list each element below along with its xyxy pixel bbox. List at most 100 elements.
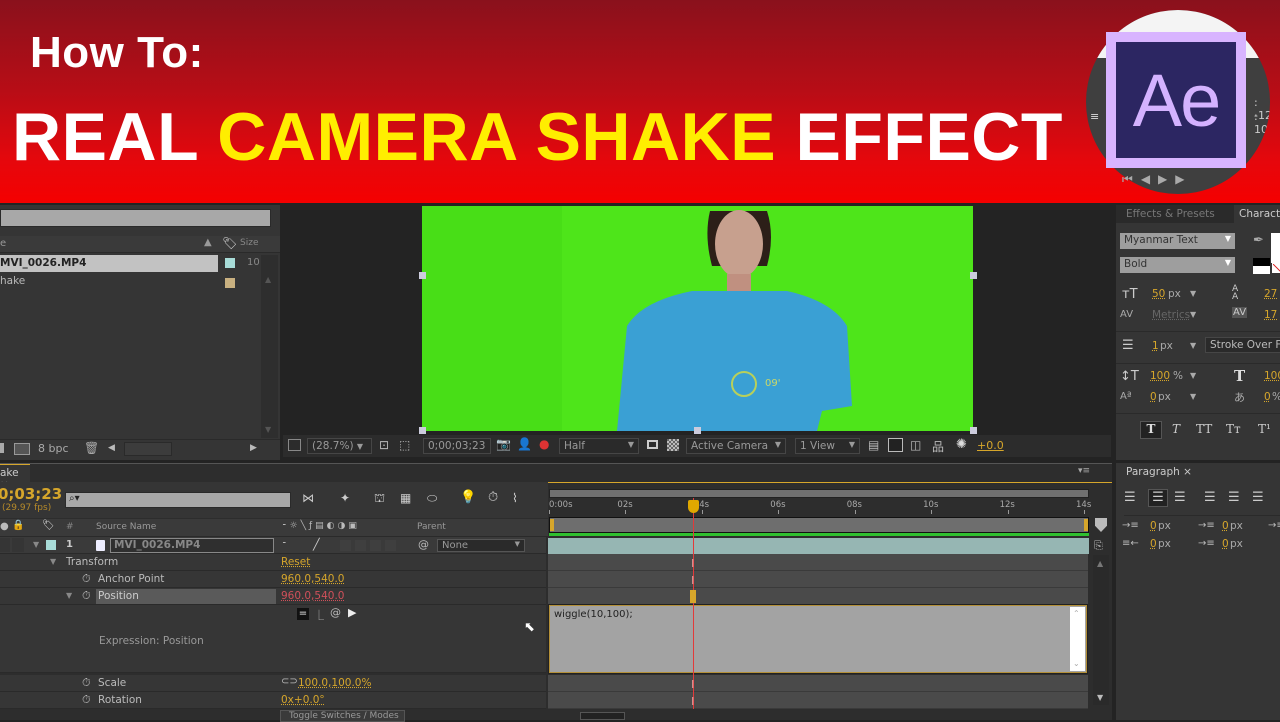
layer-row[interactable]: ▼ 1 MVI_0026.MP4 ⁃ ╱ @ None ▼ <box>0 537 546 554</box>
align-center-icon[interactable]: ☰ <box>1148 489 1168 507</box>
property-value[interactable]: 960.0,540.0 <box>281 590 344 602</box>
indent-left-value[interactable]: 0 <box>1150 520 1157 532</box>
stopwatch-icon[interactable]: ⏱ <box>82 676 91 690</box>
scroll-left-icon[interactable]: ◀ <box>108 443 115 453</box>
scroll-up-icon[interactable]: ▲ <box>265 275 271 284</box>
transparency-grid-icon[interactable] <box>667 439 679 451</box>
chevron-down-icon[interactable]: ▼ <box>1190 341 1196 350</box>
all-caps-button[interactable]: TT <box>1196 422 1212 436</box>
align-left-icon[interactable]: ☰ <box>1124 490 1136 505</box>
video-frame[interactable]: 09' <box>422 206 973 431</box>
space-before-value[interactable]: 0 <box>1222 520 1229 532</box>
expression-scrollbar[interactable]: ⌃ ⌄ <box>1070 607 1085 671</box>
tab-composition[interactable]: ake × <box>0 464 30 491</box>
switch-box[interactable] <box>340 540 351 551</box>
time-ruler[interactable]: 0:00s 02s 04s 06s 08s 10s 12s 14s <box>549 499 1091 515</box>
justify-last-center-icon[interactable]: ☰ <box>1228 490 1240 505</box>
align-right-icon[interactable]: ☰ <box>1174 490 1186 505</box>
stroke-width-value[interactable]: 1 <box>1152 340 1159 352</box>
scroll-up-icon[interactable]: ⌃ <box>1073 609 1080 618</box>
brainstorm-icon[interactable]: 💡 <box>460 490 476 505</box>
flowchart-icon[interactable]: 品 <box>932 438 944 455</box>
property-row[interactable]: ▼ ⏱ Position 960.0,540.0 <box>0 588 546 605</box>
snapshot-camera-icon[interactable]: 📷 <box>496 437 511 451</box>
stopwatch-icon[interactable]: ⏱ <box>82 693 91 707</box>
project-item[interactable]: MVI_0026.MP4 <box>0 255 218 272</box>
kerning-value[interactable]: Metrics <box>1152 309 1190 321</box>
tsume-value[interactable]: 0 <box>1264 391 1271 403</box>
comp-mini-flowchart-icon[interactable]: ⋈ <box>302 491 314 505</box>
tab-character[interactable]: Characte <box>1234 205 1280 223</box>
frame-blending-icon[interactable]: ▦ <box>400 491 411 505</box>
fill-color-swatch[interactable] <box>1271 233 1280 263</box>
bit-depth-button[interactable]: 8 bpc <box>38 442 69 455</box>
chevron-down-icon[interactable]: ▼ <box>1190 392 1196 401</box>
baseline-shift-value[interactable]: 0 <box>1150 391 1157 403</box>
resolution-dropdown[interactable]: Half ▼ <box>559 438 639 454</box>
title-action-safe-icon[interactable]: ⊡ <box>379 438 389 452</box>
zoom-slider[interactable] <box>580 712 625 720</box>
toggle-pixel-aspect-icon[interactable]: ▤ <box>868 438 879 452</box>
property-value[interactable]: 960.0,540.0 <box>281 573 344 585</box>
toggle-switches-modes-button[interactable]: Toggle Switches / Modes <box>280 710 405 722</box>
work-area-end-handle[interactable] <box>1084 519 1088 531</box>
current-time-display[interactable]: 0;03;23 <box>0 485 62 503</box>
camera-dropdown[interactable]: Active Camera ▼ <box>686 438 786 454</box>
current-time-indicator-handle[interactable] <box>688 500 700 513</box>
space-after-value[interactable]: 0 <box>1222 538 1229 550</box>
label-color-swatch[interactable] <box>225 258 235 268</box>
column-source-name-header[interactable]: Source Name <box>96 522 156 532</box>
sort-up-icon[interactable]: ▲ <box>204 237 212 248</box>
leading-value[interactable]: 27 <box>1264 288 1277 300</box>
current-time-display[interactable]: 0;00;03;23 <box>423 438 491 454</box>
view-layout-dropdown[interactable]: 1 View ▼ <box>795 438 860 454</box>
horizontal-scroll-thumb[interactable] <box>124 442 172 456</box>
work-area-start-handle[interactable] <box>550 519 554 531</box>
always-preview-icon[interactable] <box>288 439 301 451</box>
label-color-swatch[interactable] <box>46 540 56 550</box>
close-icon[interactable]: × <box>1183 466 1192 478</box>
layer-handle[interactable] <box>970 272 977 279</box>
expression-graph-icon[interactable]: ⎿ <box>314 607 324 622</box>
property-row[interactable]: ⏱ Rotation 0x+0.0° <box>0 692 546 709</box>
stopwatch-icon[interactable]: ⏱ <box>82 589 91 603</box>
superscript-button[interactable]: T¹ <box>1258 422 1271 436</box>
exposure-value[interactable]: +0.0 <box>977 439 1004 452</box>
expression-editor[interactable]: wiggle(10,100); ⌃ ⌄ <box>548 604 1088 674</box>
font-size-value[interactable]: 50 <box>1152 288 1165 300</box>
timeline-vertical-scrollbar[interactable]: ▲ ▼ <box>1093 555 1109 705</box>
scroll-right-icon[interactable]: ▶ <box>250 443 257 453</box>
layer-handle[interactable] <box>694 427 701 434</box>
work-area-bar[interactable] <box>549 517 1089 533</box>
show-snapshot-icon[interactable]: 👤 <box>517 437 532 451</box>
switch-box[interactable] <box>355 540 366 551</box>
vertical-scale-value[interactable]: 100 <box>1150 370 1170 382</box>
shy-switch-icon[interactable]: ⁃ <box>282 539 287 549</box>
graph-editor-icon[interactable]: ⌇ <box>512 491 518 505</box>
stopwatch-icon[interactable]: ⏱ <box>82 572 91 586</box>
transform-group-row[interactable]: ▼ Transform Reset <box>0 554 546 571</box>
constrain-proportions-icon[interactable]: ⊂⊃ <box>281 676 298 687</box>
chevron-down-icon[interactable]: ▼ <box>1190 289 1196 298</box>
keyframe-marker-selected[interactable] <box>690 590 697 603</box>
project-item[interactable]: hake <box>0 275 25 287</box>
timeline-search-input[interactable]: ⌕▾ <box>65 492 291 508</box>
property-value[interactable]: 0x+0.0° <box>281 694 325 706</box>
draft-3d-icon[interactable]: ✦ <box>340 491 350 505</box>
hide-shy-layers-icon[interactable]: ⛫ <box>374 491 385 507</box>
exposure-reset-icon[interactable]: ✺ <box>956 437 967 452</box>
region-of-interest-icon[interactable] <box>647 440 658 449</box>
parent-dropdown[interactable]: None ▼ <box>437 539 525 552</box>
reset-button[interactable]: Reset <box>281 556 310 568</box>
property-row[interactable]: ⏱ Anchor Point 960.0,540.0 <box>0 571 546 588</box>
font-family-dropdown[interactable]: Myanmar Text ▼ <box>1120 233 1235 249</box>
expression-language-menu-icon[interactable]: ▶ <box>348 606 356 619</box>
no-color-icon[interactable] <box>1272 263 1280 273</box>
column-name-header[interactable]: e <box>0 238 6 249</box>
motion-blur-icon[interactable]: ⬭ <box>427 491 437 506</box>
switch-box[interactable] <box>385 540 396 551</box>
lock-toggle[interactable] <box>12 538 24 552</box>
tracking-value[interactable]: 17 <box>1264 309 1277 321</box>
expand-arrow-icon[interactable]: ▼ <box>33 540 39 549</box>
tab-effects-presets[interactable]: Effects & Presets <box>1116 205 1234 223</box>
